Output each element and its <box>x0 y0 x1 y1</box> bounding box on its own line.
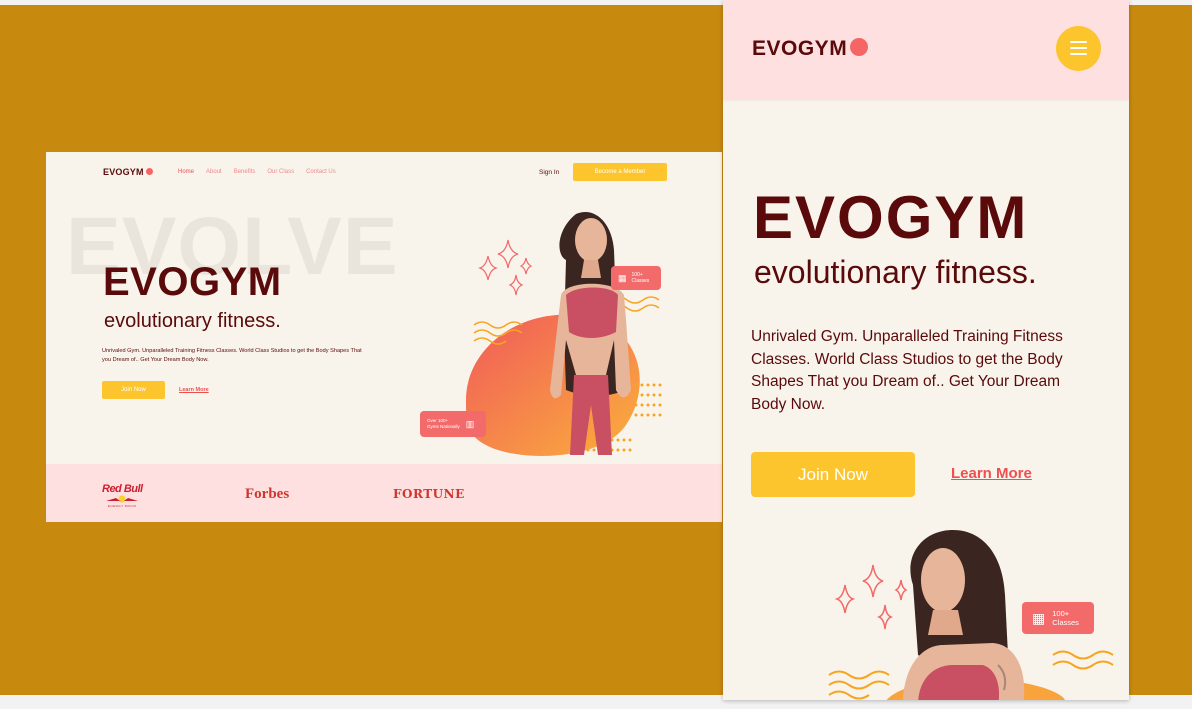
mobile-hero-subtitle: evolutionary fitness. <box>754 254 1037 290</box>
hero-paragraph: Unrivaled Gym. Unparalleled Training Fit… <box>102 348 362 363</box>
nav-our-class[interactable]: Our Class <box>267 169 294 175</box>
classes-badge-label: Classes <box>631 278 650 284</box>
nav-about[interactable]: About <box>206 169 222 175</box>
menu-line-icon <box>1070 47 1087 49</box>
hero-title: EVOGYM <box>103 260 282 304</box>
become-member-button[interactable]: Become a Member <box>573 163 667 181</box>
mobile-classes-badge-label: Classes <box>1052 618 1079 627</box>
mobile-mockup: EVOGYM EVOGYM evolutionary fitness. Unri… <box>723 0 1129 700</box>
mobile-classes-badge: ▦ 100+ Classes <box>1022 602 1094 634</box>
menu-line-icon <box>1070 41 1087 43</box>
desktop-mockup: EVOGYM Home About Benefits Our Class Con… <box>46 152 722 522</box>
mobile-learn-more-link[interactable]: Learn More <box>951 465 1032 482</box>
hamburger-menu-button[interactable] <box>1056 26 1101 71</box>
redbull-logo: Red Bull ENERGY DRINK <box>102 483 143 508</box>
nav-home[interactable]: Home <box>178 169 194 175</box>
logo-dot-icon <box>145 168 153 176</box>
fortune-logo: FORTUNE <box>393 487 465 501</box>
desktop-nav: Home About Benefits Our Class Contact Us <box>178 169 336 175</box>
calendar-icon: ▦ <box>618 272 627 283</box>
calendar-icon: ▦ <box>1032 609 1046 626</box>
gyms-badge-label: Gyms Nationally <box>427 424 460 429</box>
classes-badge: ▦ 100+ Classes <box>611 266 661 290</box>
menu-line-icon <box>1070 53 1087 55</box>
mobile-logo[interactable]: EVOGYM <box>752 37 869 61</box>
mobile-hero-title: EVOGYM <box>753 184 1029 251</box>
hero-subtitle: evolutionary fitness. <box>104 310 281 332</box>
mobile-hero-paragraph: Unrivaled Gym. Unparalleled Training Fit… <box>751 328 1063 413</box>
gyms-badge: Over 100+ Gyms Nationally ▥ <box>420 411 486 437</box>
bull-icon <box>106 495 138 503</box>
gyms-badge-count: Over 100+ <box>427 418 449 423</box>
forbes-logo: Forbes <box>245 486 290 502</box>
building-icon: ▥ <box>465 418 475 429</box>
desktop-logo[interactable]: EVOGYM <box>103 167 153 177</box>
learn-more-link[interactable]: Learn More <box>179 387 209 393</box>
mobile-join-now-button[interactable]: Join Now <box>751 452 915 497</box>
sign-in-link[interactable]: Sign In <box>539 169 559 176</box>
logo-dot-icon <box>850 38 869 57</box>
nav-benefits[interactable]: Benefits <box>234 169 256 175</box>
mobile-classes-badge-count: 100+ <box>1052 609 1070 618</box>
mobile-header: EVOGYM <box>723 0 1129 99</box>
nav-contact-us[interactable]: Contact Us <box>306 169 336 175</box>
sponsors-bar: Red Bull ENERGY DRINK Forbes FORTUNE <box>46 464 722 522</box>
join-now-button[interactable]: Join Now <box>102 381 165 399</box>
